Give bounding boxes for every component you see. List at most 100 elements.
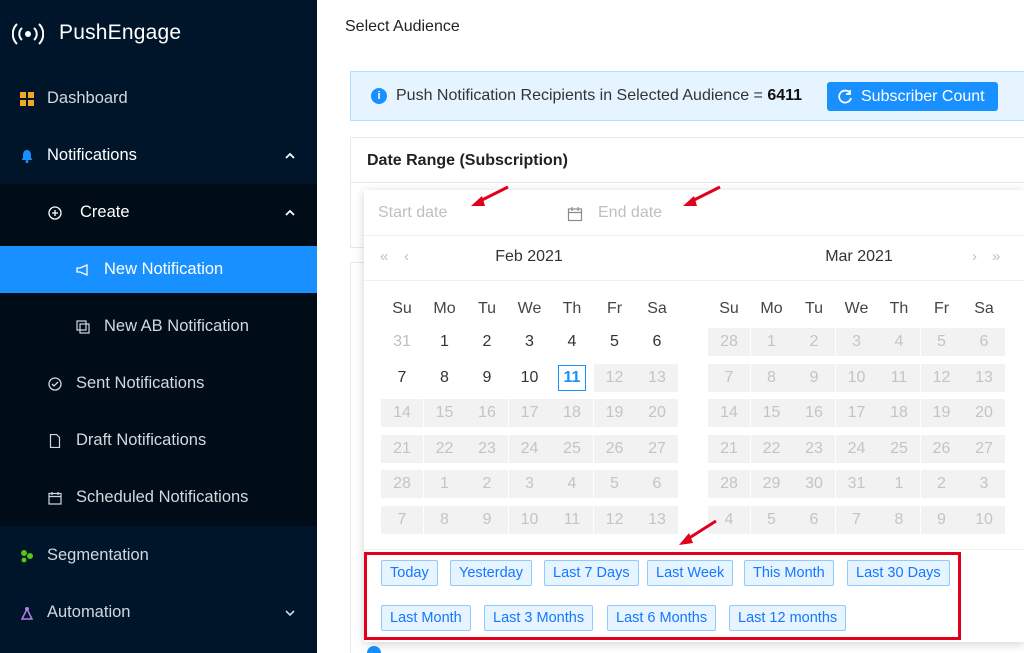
calendar-day: 16 <box>466 399 508 427</box>
section-title: Select Audience <box>345 18 460 35</box>
automation-icon <box>20 607 34 620</box>
calendar-day[interactable]: 7 <box>381 364 423 392</box>
sidebar-item-label: Scheduled Notifications <box>76 488 249 506</box>
calendar-day[interactable]: 2 <box>466 328 508 356</box>
calendar-day[interactable]: 3 <box>509 328 551 356</box>
right-calendar-header: Mar 2021 › » <box>694 236 1024 281</box>
end-date-input[interactable]: End date <box>598 204 662 222</box>
next-year-button[interactable]: » <box>992 248 1000 265</box>
check-circle-icon <box>48 377 62 391</box>
segment-icon <box>21 550 33 563</box>
weekday-label: Fr <box>606 300 623 317</box>
calendar-day: 7 <box>381 505 423 534</box>
sidebar-item-label: New Notification <box>104 260 224 278</box>
calendar-day: 18 <box>878 399 920 427</box>
sidebar-item-label: Draft Notifications <box>76 431 207 449</box>
calendar-day: 3 <box>835 328 878 356</box>
calendar-day: 31 <box>835 470 878 498</box>
next-month-button[interactable]: › <box>972 248 977 265</box>
calendar-day: 20 <box>963 399 1005 427</box>
calendar-day[interactable]: 9 <box>466 364 508 392</box>
calendar-day: 25 <box>551 434 593 463</box>
calendar-day: 26 <box>920 434 963 463</box>
calendar-day: 26 <box>593 434 636 463</box>
bell-icon <box>21 150 33 163</box>
calendar-day: 11 <box>878 363 920 392</box>
sidebar-item-sent-notifications[interactable]: Sent Notifications <box>0 360 317 407</box>
left-month-title[interactable]: Feb 2021 <box>364 248 694 266</box>
sidebar-item-label: Automation <box>47 603 131 621</box>
refresh-icon <box>838 89 852 103</box>
sidebar-item-segmentation[interactable]: Segmentation <box>0 532 317 579</box>
calendar-day[interactable]: 5 <box>594 328 636 356</box>
subscriber-count-button[interactable]: Subscriber Count <box>827 82 998 111</box>
sidebar-item-create[interactable]: Create <box>0 189 317 236</box>
calendar-icon <box>567 207 583 222</box>
divider <box>364 549 1024 550</box>
calendar-day: 10 <box>835 363 878 392</box>
sidebar-item-automation[interactable]: Automation <box>0 589 317 636</box>
calendar-day[interactable]: 1 <box>424 328 466 356</box>
weekday-label: Th <box>562 300 582 317</box>
calendar-day: 8 <box>878 505 920 534</box>
calendar-icon <box>48 492 62 505</box>
calendar-day: 31 <box>393 333 411 350</box>
info-icon <box>367 646 381 653</box>
start-date-input[interactable]: Start date <box>378 204 447 222</box>
calendar-day[interactable]: 4 <box>551 328 593 356</box>
sidebar-item-label: Create <box>80 203 130 221</box>
weekday-label: Su <box>392 300 412 317</box>
calendar-day: 24 <box>835 434 878 463</box>
weekday-label: Sa <box>974 300 994 317</box>
calendar-day: 28 <box>708 328 750 356</box>
weekday-label: Tu <box>477 300 497 317</box>
sidebar-item-scheduled-notifications[interactable]: Scheduled Notifications <box>0 474 317 521</box>
sidebar: PushEngage Dashboard Notifications Creat… <box>0 0 317 653</box>
calendar-day: 6 <box>636 470 678 498</box>
sidebar-item-label: Dashboard <box>47 89 128 107</box>
calendar-day[interactable]: 10 <box>509 364 551 392</box>
calendar-day[interactable]: 6 <box>636 328 678 356</box>
calendar-day: 1 <box>423 470 466 498</box>
sidebar-item-draft-notifications[interactable]: Draft Notifications <box>0 417 317 464</box>
calendar-day: 23 <box>466 434 508 463</box>
calendar-day: 8 <box>750 363 793 392</box>
ab-icon <box>76 320 90 334</box>
broadcast-icon <box>12 23 44 45</box>
sidebar-item-dashboard[interactable]: Dashboard <box>0 75 317 122</box>
calendar-day: 6 <box>793 505 835 534</box>
file-icon <box>49 434 61 448</box>
calendar-day: 5 <box>750 505 793 534</box>
sidebar-item-notifications[interactable]: Notifications <box>0 132 317 179</box>
calendar-day: 8 <box>423 505 466 534</box>
calendar-day: 3 <box>963 470 1005 498</box>
calendar-day: 14 <box>708 399 750 427</box>
sidebar-item-new-ab-notification[interactable]: New AB Notification <box>0 303 317 350</box>
calendar-day: 4 <box>551 470 593 498</box>
arrow-annotation-icon <box>471 185 509 206</box>
weekday-label: Su <box>719 300 739 317</box>
calendar-day[interactable]: 8 <box>424 364 466 392</box>
calendar-day: 6 <box>963 328 1005 356</box>
brand[interactable]: PushEngage <box>0 0 317 68</box>
brand-name: PushEngage <box>59 21 182 44</box>
sidebar-item-label: Sent Notifications <box>76 374 205 392</box>
megaphone-icon <box>76 264 88 276</box>
left-calendar-header: « ‹ Feb 2021 <box>364 236 694 281</box>
weekday-label: Sa <box>647 300 667 317</box>
sidebar-item-new-notification[interactable]: New Notification <box>0 246 317 293</box>
calendar-day: 23 <box>793 434 835 463</box>
calendar-day: 12 <box>593 505 636 534</box>
grid-icon <box>20 92 34 106</box>
calendar-day-today[interactable]: 11 <box>551 364 593 392</box>
calendar-day: 14 <box>381 399 423 427</box>
calendar-day: 9 <box>466 505 508 534</box>
calendar-day: 15 <box>750 399 793 427</box>
calendar-day: 18 <box>551 399 593 427</box>
calendar-day: 10 <box>508 505 551 534</box>
info-icon: i <box>371 88 387 104</box>
weekday-label: Th <box>889 300 909 317</box>
calendar-day: 3 <box>508 470 551 498</box>
calendar-day: 20 <box>636 399 678 427</box>
arrow-annotation-icon <box>679 519 717 545</box>
